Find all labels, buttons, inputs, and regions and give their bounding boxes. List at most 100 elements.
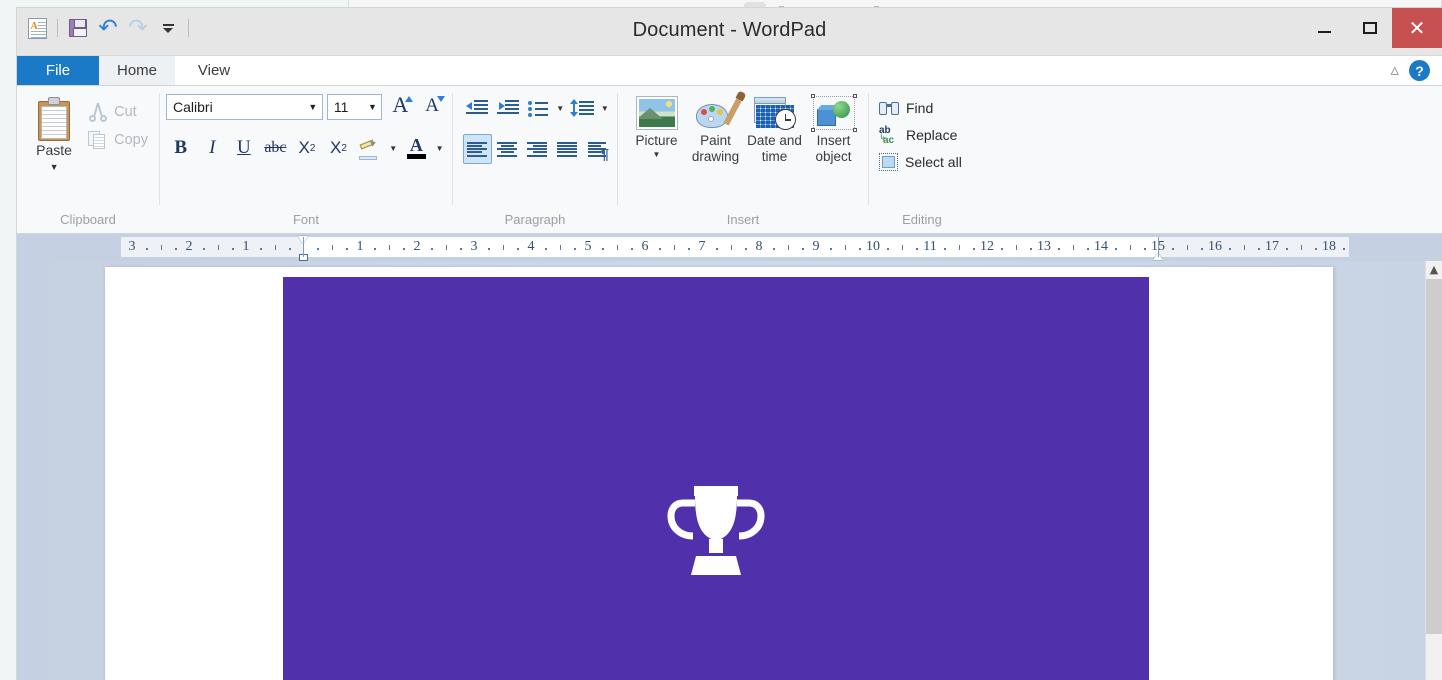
calendar-header (755, 98, 785, 104)
trophy-icon (664, 483, 768, 589)
ruler-tick-half (674, 245, 675, 250)
italic-button[interactable]: I (198, 133, 228, 163)
ruler-tick-half (1244, 245, 1245, 250)
undo-button[interactable]: ↶ (93, 13, 123, 43)
trophy-graphic[interactable] (283, 277, 1149, 680)
line-spacing-icon (572, 100, 594, 116)
chevron-up-icon: ▲ (1430, 264, 1438, 275)
ruler-tick-half (560, 245, 561, 250)
help-button[interactable]: ? (1409, 60, 1430, 81)
align-left-button[interactable] (463, 134, 492, 164)
ruler-tick-quarter (973, 248, 975, 250)
palette-thumb-hole (708, 116, 714, 122)
copy-button[interactable]: Copy (85, 128, 153, 152)
ruler-label: 9 (813, 239, 820, 255)
text-highlight-button[interactable] (355, 133, 385, 163)
maximize-button[interactable] (1347, 8, 1392, 48)
ruler-tick-quarter (1343, 248, 1345, 250)
insert-object-button[interactable]: Insert object (805, 93, 862, 211)
arrow-left-icon (466, 102, 472, 110)
icon-text-lines (31, 31, 46, 38)
ruler-tick-quarter (602, 248, 604, 250)
tab-home[interactable]: Home (99, 56, 175, 85)
select-all-button[interactable]: Select all (875, 151, 966, 173)
font-color-button[interactable]: A (402, 133, 432, 163)
superscript-button[interactable]: X2 (324, 133, 354, 163)
caret-up-icon (405, 96, 413, 102)
ruler-label: 8 (756, 239, 763, 255)
bullets-button[interactable] (524, 93, 552, 123)
ruler-tick-quarter (1144, 248, 1146, 250)
align-center-icon (497, 142, 517, 157)
cut-copy-column: Cut Copy (85, 93, 153, 211)
highlight-color-swatch (359, 156, 377, 160)
clipboard-group-label: Clipboard (17, 211, 159, 233)
ruler-tick-half (731, 245, 732, 250)
vertical-scroll-thumb[interactable] (1426, 279, 1442, 634)
chevron-down-icon[interactable]: ▼ (653, 150, 661, 159)
scissors-icon (88, 102, 108, 122)
font-family-combo[interactable]: Calibri ▼ (166, 94, 323, 120)
document-area[interactable]: ▲ (17, 261, 1442, 680)
font-size-combo[interactable]: 11 ▼ (327, 94, 383, 120)
insert-paint-line1: Paint (700, 133, 731, 148)
decrease-indent-button[interactable] (463, 93, 491, 123)
strikethrough-button[interactable]: abc (261, 133, 291, 163)
horizontal-ruler[interactable]: 321123456789101112131415161718 (121, 237, 1349, 257)
ruler-tick-half (1130, 245, 1131, 250)
ruler-tick-quarter (1030, 248, 1032, 250)
line-spacing-button[interactable] (568, 93, 596, 123)
align-right-button[interactable] (523, 134, 552, 164)
increase-indent-button[interactable] (493, 93, 521, 123)
font-group-body: Calibri ▼ 11 ▼ A A (160, 86, 452, 211)
ruler-label: 5 (585, 239, 592, 255)
insert-paint-drawing-button[interactable]: Paint drawing (687, 93, 744, 211)
ruler-tick-quarter (203, 248, 205, 250)
sun-icon (666, 101, 672, 107)
tab-file[interactable]: File (17, 56, 99, 85)
align-center-button[interactable] (493, 134, 522, 164)
customize-qat-button[interactable] (153, 13, 183, 43)
shrink-font-button[interactable]: A (418, 93, 446, 121)
vertical-scrollbar[interactable]: ▲ (1425, 261, 1442, 680)
clipboard-icon (36, 97, 72, 141)
paragraph-marks-button[interactable]: ¶ (582, 134, 611, 164)
find-button[interactable]: Find (875, 97, 966, 119)
close-button[interactable]: ✕ (1392, 8, 1442, 48)
document-page[interactable] (105, 267, 1333, 680)
tab-view[interactable]: View (175, 56, 253, 85)
text-highlight-dropdown-icon[interactable]: ▼ (387, 133, 400, 163)
font-color-dropdown-icon[interactable]: ▼ (433, 133, 446, 163)
paste-button[interactable]: Paste ▼ (23, 93, 85, 211)
ruler-tick-quarter (574, 248, 576, 250)
save-button[interactable] (63, 13, 93, 43)
underline-button[interactable]: U (229, 133, 259, 163)
replace-button[interactable]: ab↳ac Replace (875, 124, 966, 146)
ruler-tick-quarter (1001, 248, 1003, 250)
tab-view-label: View (198, 62, 230, 79)
insert-picture-button[interactable]: Picture ▼ (628, 93, 685, 211)
redo-button[interactable]: ↷ (123, 13, 153, 43)
bullets-dropdown-icon[interactable]: ▼ (554, 93, 566, 123)
font-family-dropdown-icon[interactable]: ▼ (304, 95, 322, 119)
ruler-tick-quarter (232, 248, 234, 250)
find-label: Find (906, 100, 933, 116)
tab-home-label: Home (117, 62, 157, 79)
align-left-icon (467, 142, 487, 157)
ruler-tick-quarter (1201, 248, 1203, 250)
font-size-dropdown-icon[interactable]: ▼ (363, 95, 381, 119)
insert-date-time-button[interactable]: Date and time (746, 93, 803, 211)
cut-button[interactable]: Cut (85, 100, 153, 124)
ribbon-right-controls: ▵ ? (1390, 56, 1442, 85)
bold-button[interactable]: B (166, 133, 196, 163)
scroll-up-button[interactable]: ▲ (1426, 261, 1442, 278)
justify-button[interactable] (552, 134, 581, 164)
minimize-button[interactable] (1302, 8, 1347, 48)
collapse-ribbon-button[interactable]: ▵ (1390, 62, 1399, 79)
line-spacing-dropdown-icon[interactable]: ▼ (599, 93, 611, 123)
chevron-down-icon[interactable]: ▼ (50, 162, 59, 172)
subscript-button[interactable]: X2 (292, 133, 322, 163)
grow-font-button[interactable]: A (386, 93, 414, 121)
copy-page-front (93, 134, 105, 149)
wordpad-app-icon[interactable] (22, 13, 52, 43)
